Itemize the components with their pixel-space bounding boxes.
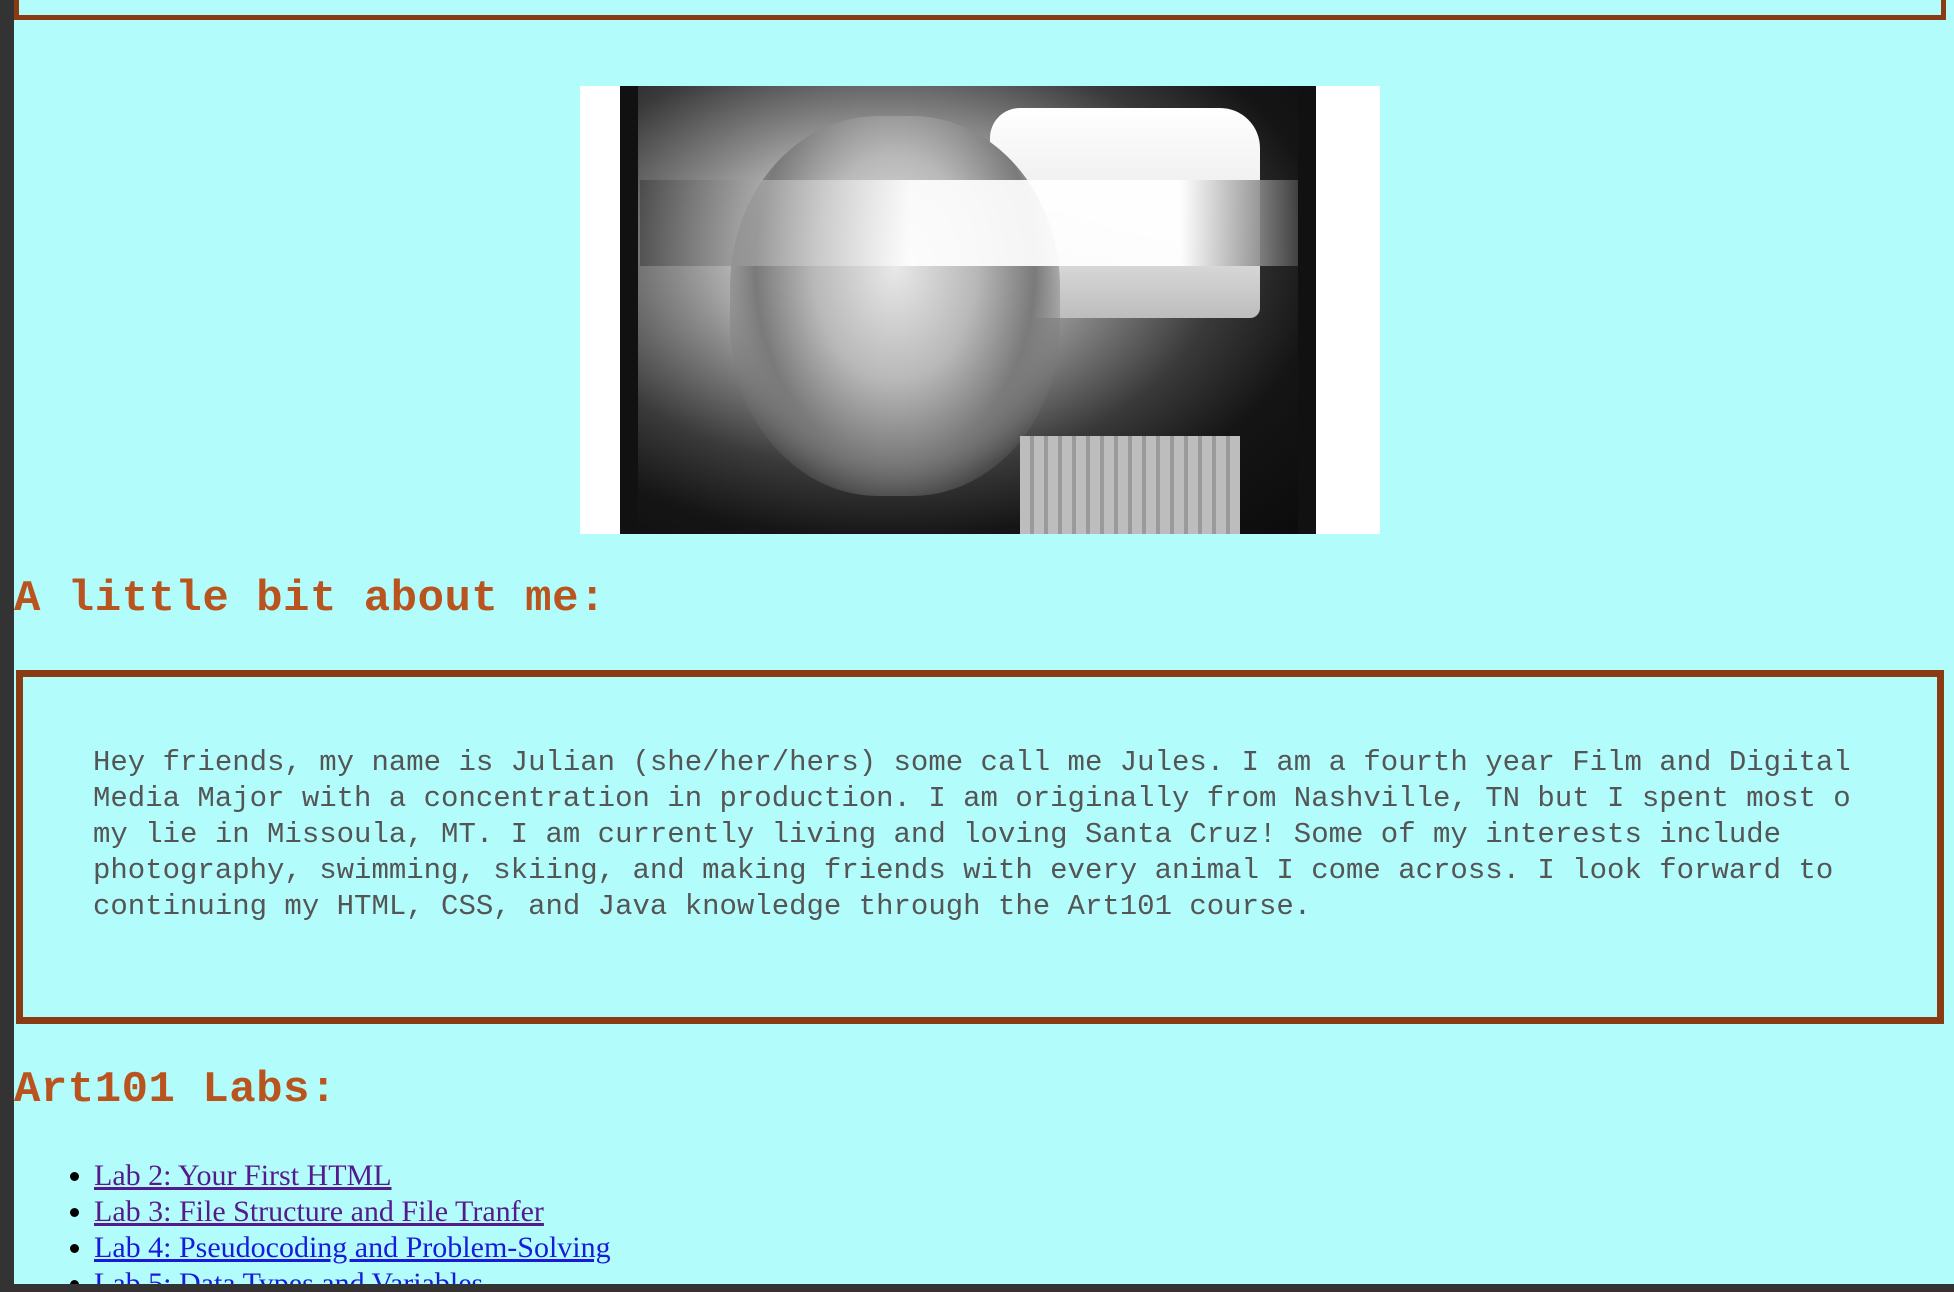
list-item: Lab 3: File Structure and File Tranfer bbox=[94, 1194, 611, 1230]
list-item: Lab 4: Pseudocoding and Problem-Solving bbox=[94, 1230, 611, 1266]
lab-3-link[interactable]: Lab 3: File Structure and File Tranfer bbox=[94, 1195, 544, 1228]
photo-subject bbox=[730, 116, 1060, 496]
photo-edge-left bbox=[620, 86, 638, 534]
photo-edge-right bbox=[1298, 86, 1316, 534]
about-box: Hey friends, my name is Julian (she/her/… bbox=[16, 670, 1944, 1024]
photo-glitch-band bbox=[640, 180, 1316, 266]
page: A little bit about me: Hey friends, my n… bbox=[14, 0, 1954, 1284]
header-box bbox=[14, 0, 1946, 20]
profile-photo-frame bbox=[580, 86, 1380, 534]
about-paragraph: Hey friends, my name is Julian (she/her/… bbox=[93, 746, 1851, 923]
lab-5-link[interactable]: Lab 5: Data Types and Variables bbox=[94, 1267, 483, 1284]
list-item: Lab 2: Your First HTML bbox=[94, 1158, 611, 1194]
labs-list: Lab 2: Your First HTML Lab 3: File Struc… bbox=[14, 1158, 611, 1284]
labs-heading: Art101 Labs: bbox=[14, 1065, 337, 1115]
photo-car-seat bbox=[1020, 436, 1240, 534]
lab-4-link[interactable]: Lab 4: Pseudocoding and Problem-Solving bbox=[94, 1231, 611, 1264]
profile-photo bbox=[620, 86, 1316, 534]
about-heading: A little bit about me: bbox=[14, 574, 606, 624]
list-item: Lab 5: Data Types and Variables bbox=[94, 1266, 611, 1284]
bottom-bar bbox=[0, 1284, 1954, 1292]
lab-2-link[interactable]: Lab 2: Your First HTML bbox=[94, 1159, 392, 1192]
